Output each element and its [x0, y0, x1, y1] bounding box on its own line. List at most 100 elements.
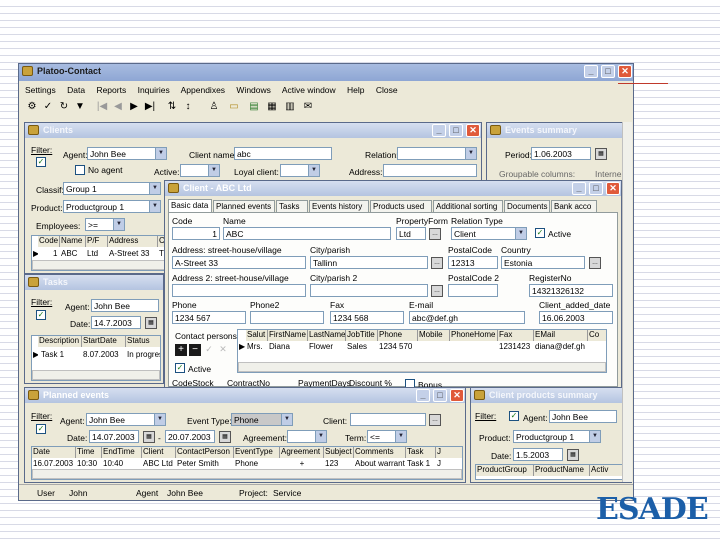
- clients-cell-code[interactable]: 1: [52, 249, 60, 260]
- next-record-icon[interactable]: ▶: [127, 100, 141, 114]
- planned-col-subject[interactable]: Subject: [324, 447, 354, 458]
- close-button[interactable]: ✕: [618, 65, 632, 78]
- contact-active-checkbox[interactable]: ✓: [175, 363, 185, 373]
- planned-col-task[interactable]: Task: [406, 447, 436, 458]
- minimize-button[interactable]: _: [584, 65, 598, 78]
- tab-products-used[interactable]: Products used: [370, 200, 432, 212]
- clients-minimize[interactable]: _: [432, 124, 446, 137]
- menu-inquiries[interactable]: Inquiries: [138, 85, 170, 95]
- menu-windows[interactable]: Windows: [236, 85, 270, 95]
- planned-col-eventtype[interactable]: EventType: [234, 447, 280, 458]
- chevron-down-icon[interactable]: ▼: [281, 414, 292, 425]
- email-input[interactable]: abc@def.gh: [409, 311, 525, 324]
- planned-date-to[interactable]: 20.07.2003: [165, 430, 215, 443]
- menu-reports[interactable]: Reports: [96, 85, 126, 95]
- clients-col-code[interactable]: Code: [38, 236, 60, 247]
- planned-col-endtime[interactable]: EndTime: [102, 447, 142, 458]
- chevron-down-icon[interactable]: ▼: [149, 201, 160, 212]
- chevron-down-icon[interactable]: ▼: [315, 431, 326, 442]
- address-input[interactable]: [383, 164, 477, 177]
- chevron-down-icon[interactable]: ▼: [154, 414, 165, 425]
- clients-scrollbar[interactable]: [32, 260, 166, 270]
- menu-close[interactable]: Close: [376, 85, 398, 95]
- report-icon[interactable]: ▦: [265, 100, 279, 114]
- chevron-down-icon[interactable]: ▼: [149, 183, 160, 194]
- tab-planned-events[interactable]: Planned events: [213, 200, 275, 212]
- tab-documents[interactable]: Documents: [504, 200, 550, 212]
- document-icon[interactable]: ▤: [247, 100, 261, 114]
- active-checkbox[interactable]: ✓: [535, 228, 545, 238]
- contacts-col-lastname[interactable]: LastName: [308, 330, 346, 341]
- remove-contact-button[interactable]: −: [189, 344, 201, 356]
- city2-input[interactable]: [310, 284, 428, 297]
- cp-product-select[interactable]: Productgroup 1 ▼: [513, 430, 601, 443]
- ellipsis-button[interactable]: …: [429, 414, 441, 426]
- loyal-client-select[interactable]: ▼: [280, 164, 320, 177]
- menu-data[interactable]: Data: [67, 85, 85, 95]
- tasks-col-description[interactable]: Description: [38, 336, 82, 347]
- term-select[interactable]: <= ▼: [367, 430, 407, 443]
- calendar-icon[interactable]: ▦: [143, 431, 155, 443]
- contacts-col-email[interactable]: EMail: [534, 330, 588, 341]
- tasks-agent-input[interactable]: John Bee: [91, 299, 159, 312]
- city-input[interactable]: Tallinn: [310, 256, 428, 269]
- clients-filter-checkbox[interactable]: ✓: [36, 157, 46, 167]
- active-select[interactable]: ▼: [180, 164, 220, 177]
- calendar-icon[interactable]: ▦: [567, 449, 579, 461]
- last-record-icon[interactable]: ▶|: [143, 100, 157, 114]
- client-maximize[interactable]: □: [589, 182, 603, 195]
- planned-close[interactable]: ✕: [450, 389, 464, 402]
- clients-col-pf[interactable]: P/F: [86, 236, 108, 247]
- menu-appendixes[interactable]: Appendixes: [181, 85, 225, 95]
- folder-open-icon[interactable]: ▭: [227, 100, 241, 114]
- contacts-col-fax[interactable]: Fax: [498, 330, 534, 341]
- address2-input[interactable]: [172, 284, 306, 297]
- menu-help[interactable]: Help: [347, 85, 364, 95]
- filter-icon[interactable]: ▼: [73, 100, 87, 114]
- tasks-col-status[interactable]: Status: [126, 336, 160, 347]
- planned-minimize[interactable]: _: [416, 389, 430, 402]
- planned-col-j[interactable]: J: [436, 447, 462, 458]
- planned-col-client[interactable]: Client: [142, 447, 176, 458]
- tasks-date-input[interactable]: 14.7.2003: [91, 316, 141, 329]
- tab-basic-data[interactable]: Basic data: [168, 199, 212, 212]
- code-input[interactable]: 1: [172, 227, 220, 240]
- chevron-down-icon[interactable]: ▼: [155, 148, 166, 159]
- maximize-button[interactable]: □: [601, 65, 615, 78]
- phone-input[interactable]: 1234 567: [172, 311, 246, 324]
- planned-date-from[interactable]: 14.07.2003: [89, 430, 139, 443]
- mail-icon[interactable]: ✉: [301, 100, 315, 114]
- cp-date-input[interactable]: 1.5.2003: [513, 448, 563, 461]
- planned-client-input[interactable]: [350, 413, 426, 426]
- class-select[interactable]: Group 1 ▼: [63, 182, 161, 195]
- menu-active-window[interactable]: Active window: [282, 85, 336, 95]
- sort-za-icon[interactable]: ↕: [181, 100, 195, 114]
- contacts-col-phonehome[interactable]: PhoneHome: [450, 330, 498, 341]
- clients-cell-pf[interactable]: Ltd: [86, 249, 108, 260]
- planned-col-contactperson[interactable]: ContactPerson: [176, 447, 234, 458]
- tab-events-history[interactable]: Events history: [309, 200, 369, 212]
- clients-cell-name[interactable]: ABC: [60, 249, 86, 260]
- product-select[interactable]: Productgroup 1 ▼: [63, 200, 161, 213]
- tasks-cell-status[interactable]: In progres: [126, 350, 160, 361]
- clients-maximize[interactable]: □: [449, 124, 463, 137]
- planned-col-time[interactable]: Time: [76, 447, 102, 458]
- relation-type-select[interactable]: Client ▼: [451, 227, 527, 240]
- chevron-down-icon[interactable]: ▼: [515, 228, 526, 239]
- main-vertical-scrollbar[interactable]: [622, 122, 632, 482]
- clients-cell-address[interactable]: A-Street 33: [108, 249, 158, 260]
- planned-scrollbar[interactable]: [32, 469, 462, 479]
- chevron-down-icon[interactable]: ▼: [113, 219, 124, 230]
- ellipsis-button[interactable]: …: [431, 285, 443, 297]
- contacts-col-salut[interactable]: Salut: [246, 330, 268, 341]
- clients-col-address[interactable]: Address: [108, 236, 158, 247]
- tab-additional-sorting[interactable]: Additional sorting: [433, 200, 503, 212]
- tasks-scrollbar[interactable]: [32, 370, 160, 380]
- planned-col-comments[interactable]: Comments: [354, 447, 406, 458]
- contacts-cell-mobile[interactable]: [418, 342, 450, 353]
- postal-code2-input[interactable]: [448, 284, 498, 297]
- contacts-col-jobtitle[interactable]: JobTitle: [346, 330, 378, 341]
- cancel-contact-icon[interactable]: ✕: [217, 344, 229, 356]
- tab-bank-accounts[interactable]: Bank acco: [551, 200, 597, 212]
- relation-select[interactable]: ▼: [397, 147, 477, 160]
